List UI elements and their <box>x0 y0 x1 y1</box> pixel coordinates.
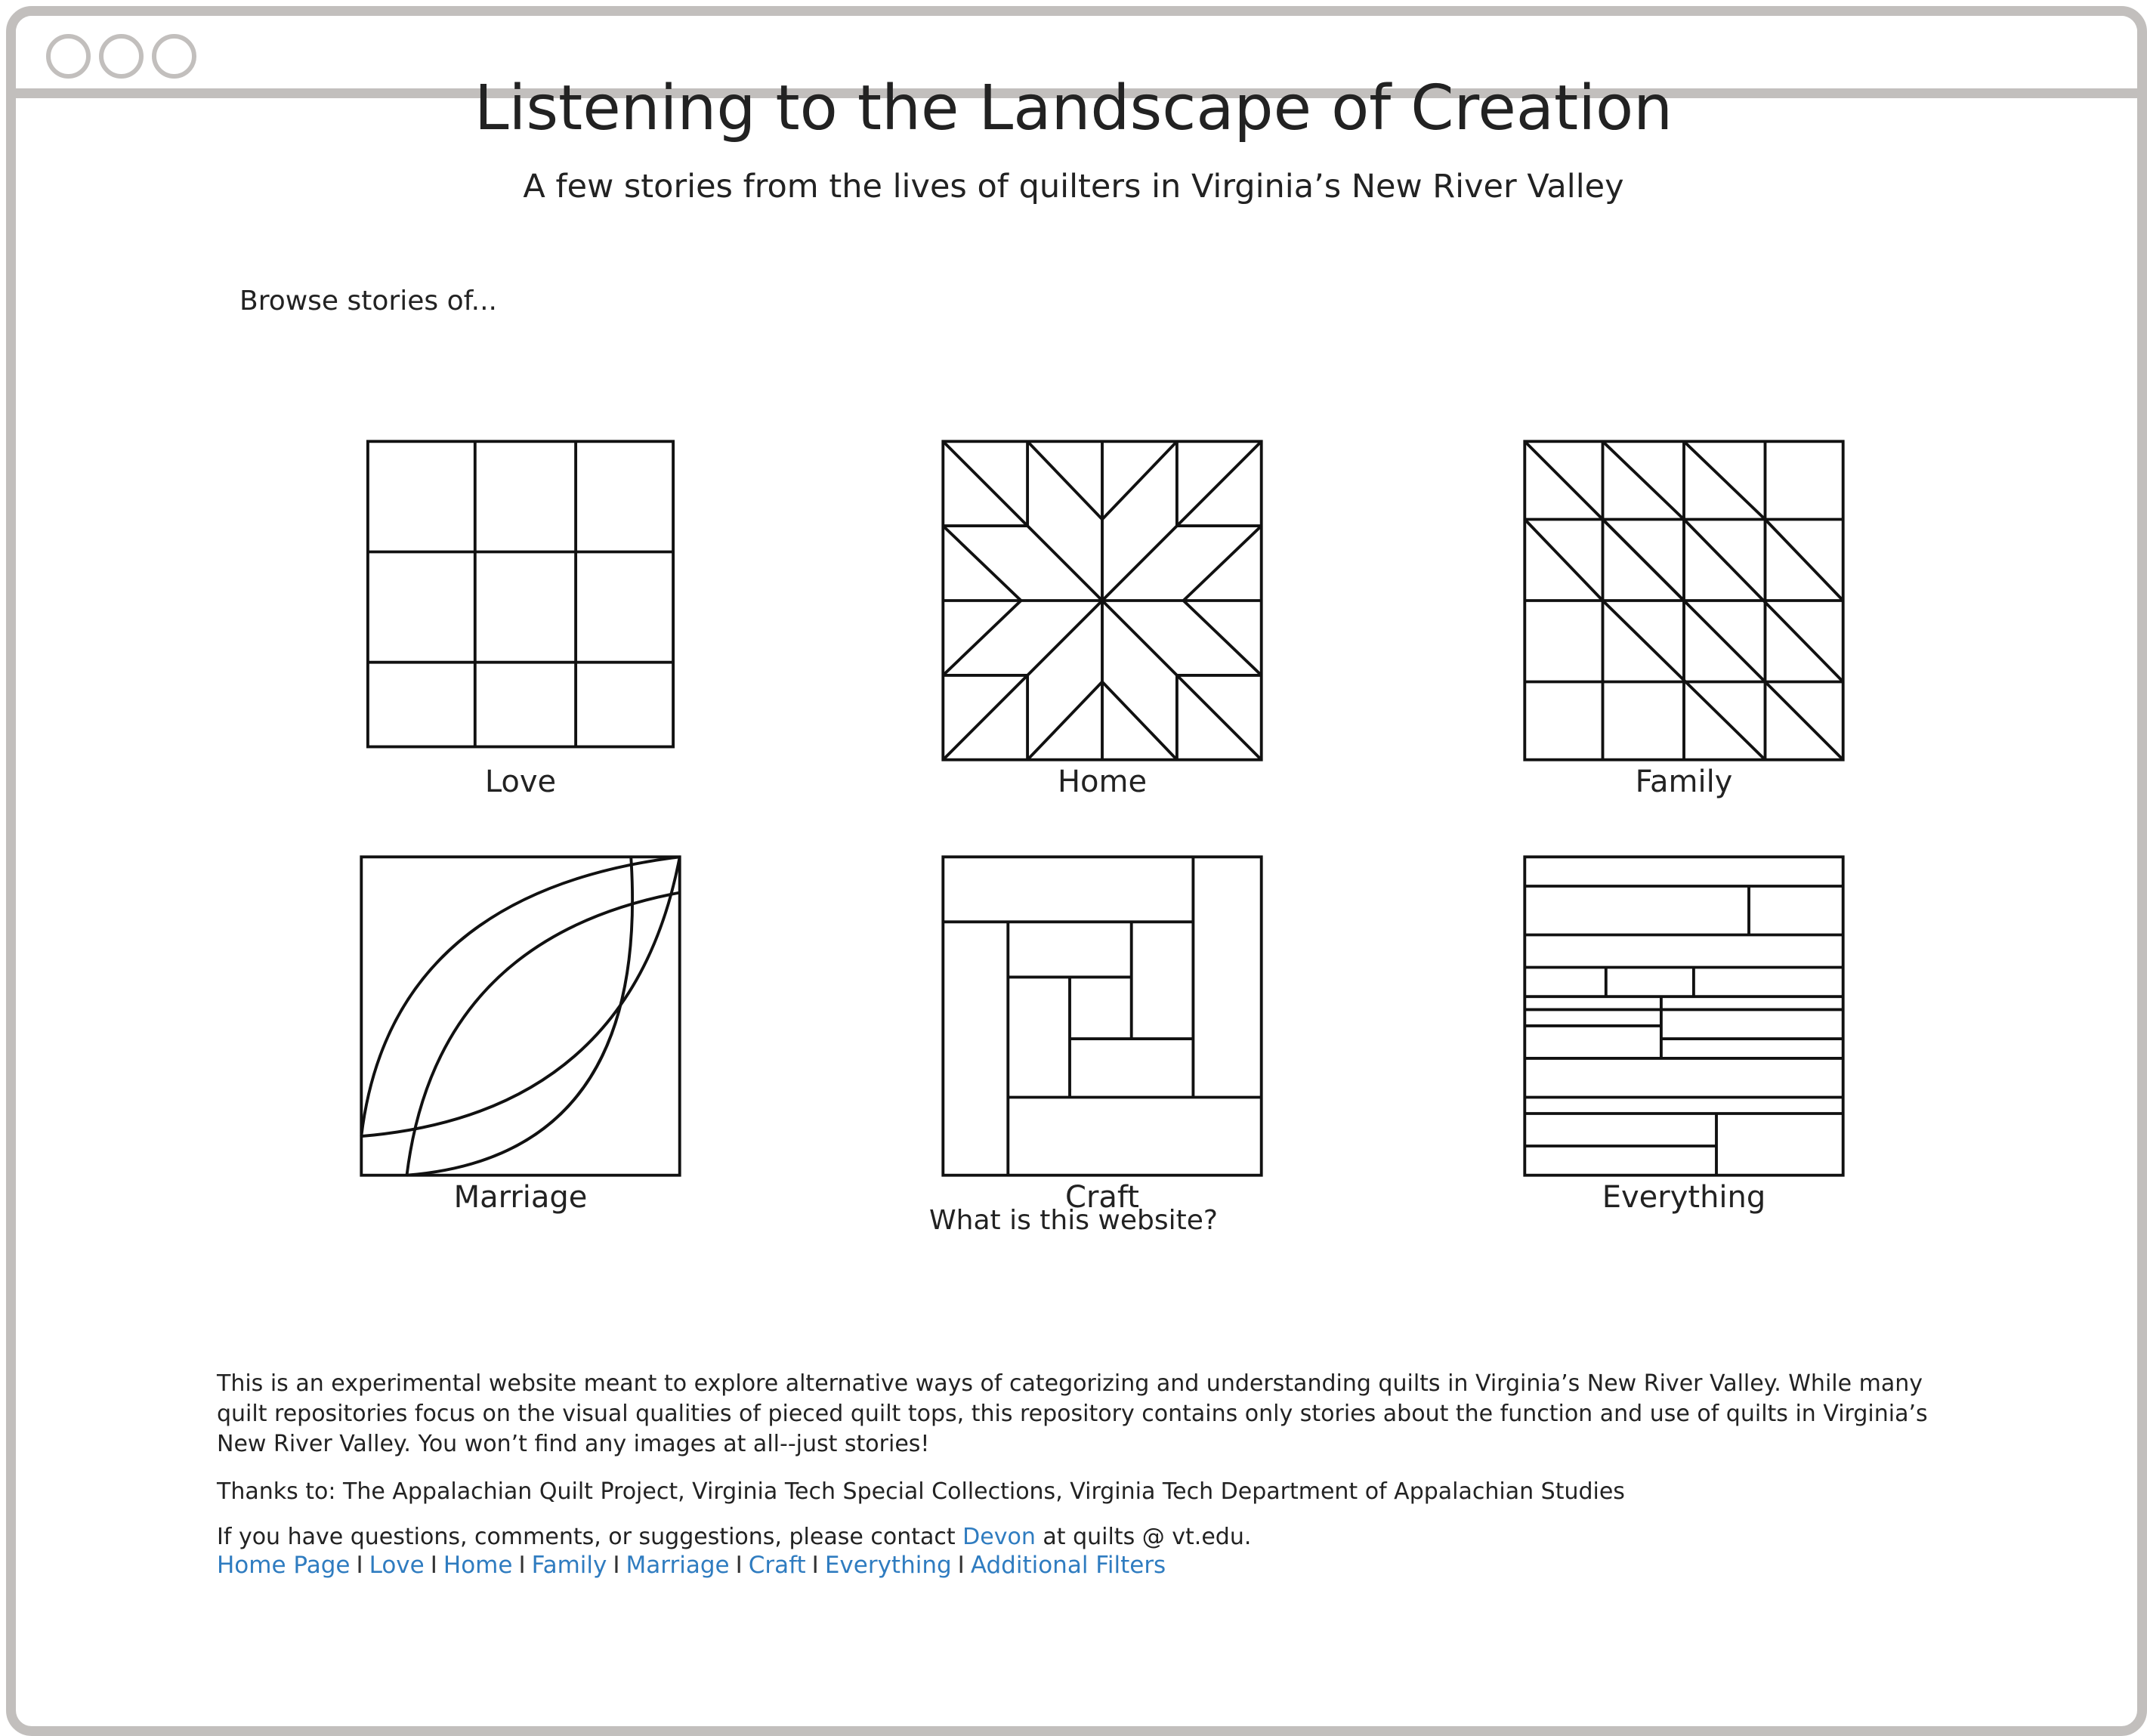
footer-separator: I <box>518 1552 526 1579</box>
footer-separator: I <box>957 1552 965 1579</box>
footer-link-love[interactable]: Love <box>369 1552 425 1579</box>
about-description: This is an experimental website meant to… <box>217 1370 1928 1457</box>
contact-devon-link[interactable]: Devon <box>962 1524 1036 1550</box>
footer-link-family[interactable]: Family <box>532 1552 607 1579</box>
category-home-label: Home <box>1057 765 1148 799</box>
triangles-quilt-icon <box>1523 440 1845 761</box>
footer-link-additional-filters[interactable]: Additional Filters <box>971 1552 1166 1579</box>
strip-quilt-icon <box>1523 855 1845 1177</box>
footer-link-home-page[interactable]: Home Page <box>217 1552 350 1579</box>
category-home-tile[interactable]: Home <box>940 438 1265 799</box>
footer-separator: I <box>356 1552 363 1579</box>
contact-text: If you have questions, comments, or sugg… <box>217 1522 1947 1552</box>
category-marriage-tile[interactable]: Marriage <box>358 854 683 1215</box>
category-everything-tile[interactable]: Everything <box>1521 854 1846 1215</box>
page-title: Listening to the Landscape of Creation <box>474 73 1673 144</box>
category-family-tile[interactable]: Family <box>1521 438 1846 799</box>
page-subtitle: A few stories from the lives of quilters… <box>523 168 1624 205</box>
star-quilt-icon <box>941 440 1263 761</box>
category-family-label: Family <box>1635 765 1733 799</box>
footer-separator: I <box>811 1552 819 1579</box>
footer-separator: I <box>735 1552 743 1579</box>
browse-label: Browse stories of... <box>239 286 497 317</box>
footer-link-home[interactable]: Home <box>443 1552 513 1579</box>
contact-text-after: at quilts @ vt.edu. <box>1043 1524 1252 1550</box>
footer-link-craft[interactable]: Craft <box>749 1552 806 1579</box>
footer-link-marriage[interactable]: Marriage <box>626 1552 730 1579</box>
thanks-text: Thanks to: The Appalachian Quilt Project… <box>217 1478 1625 1505</box>
category-craft-tile[interactable]: Craft <box>940 854 1265 1215</box>
footer-separator: I <box>430 1552 437 1579</box>
category-love-tile[interactable]: Love <box>358 438 683 799</box>
contact-text-before: If you have questions, comments, or sugg… <box>217 1524 956 1550</box>
double-wedding-ring-quilt-icon <box>360 855 681 1177</box>
footer-link-everything[interactable]: Everything <box>825 1552 952 1579</box>
log-cabin-quilt-icon <box>941 855 1263 1177</box>
about-heading: What is this website? <box>929 1205 1218 1236</box>
footer-separator: I <box>613 1552 620 1579</box>
footer-nav: Home Page I Love I Home I Family I Marriage I Craf… <box>217 1552 1166 1579</box>
nine-patch-quilt-icon <box>366 440 675 749</box>
category-love-label: Love <box>484 765 557 799</box>
